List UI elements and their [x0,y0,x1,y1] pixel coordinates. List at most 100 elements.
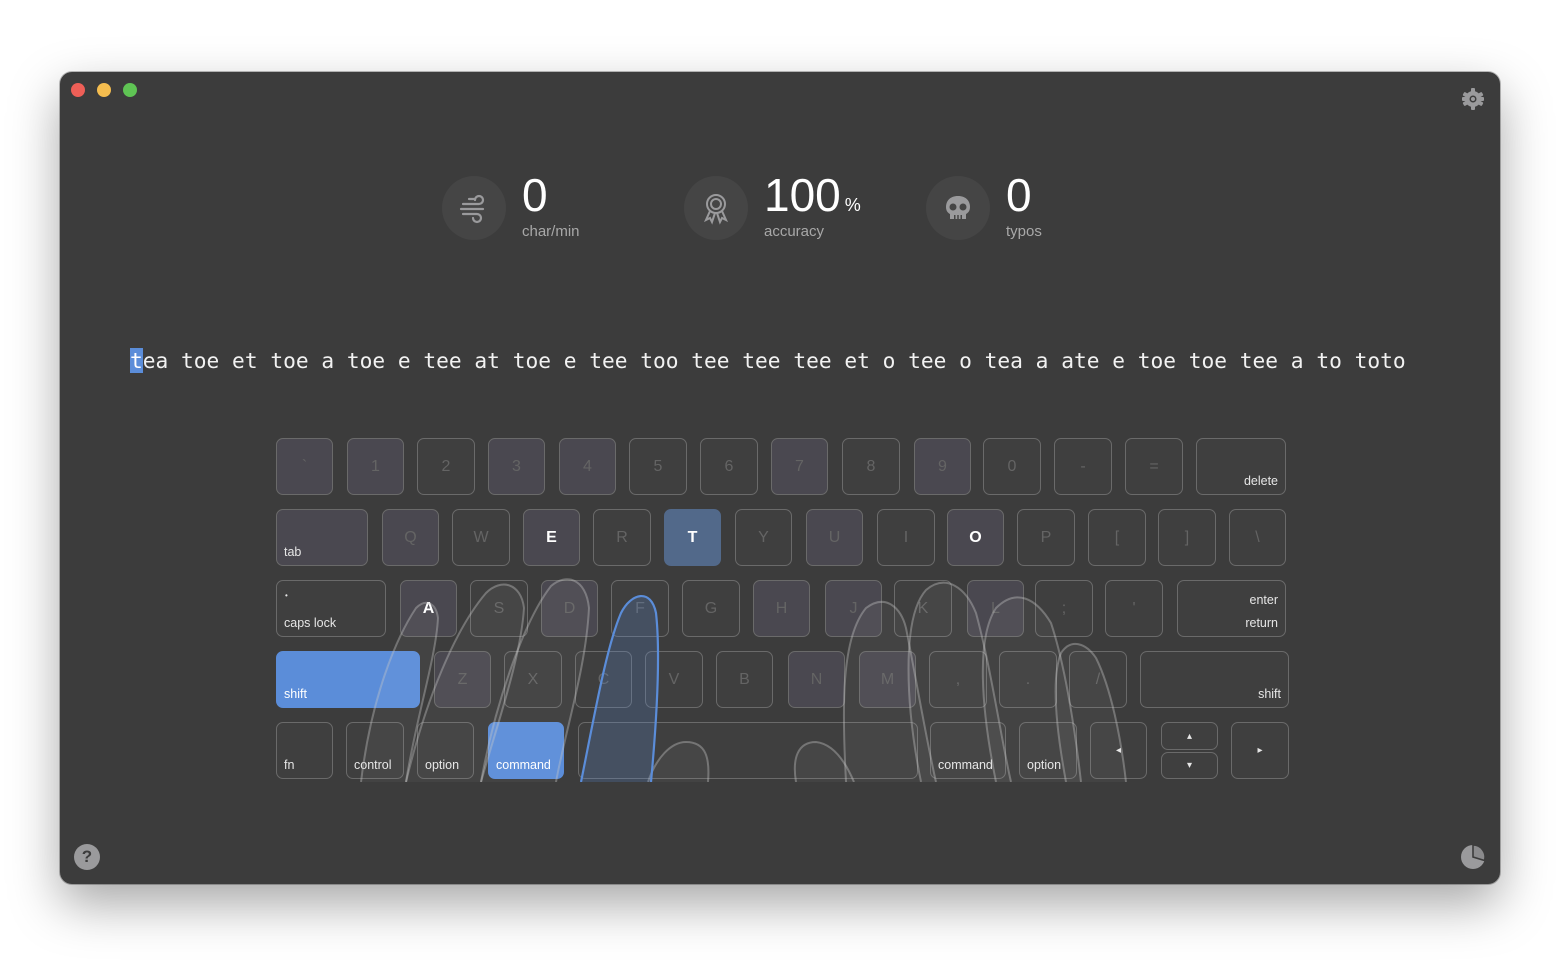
key-x[interactable]: X [504,651,562,708]
key-3[interactable]: 3 [488,438,545,495]
arrow-up-down-cluster: ▴ ▾ [1161,722,1218,779]
gear-icon [1462,88,1484,110]
key-r[interactable]: R [593,509,651,566]
key-c[interactable]: C [575,651,632,708]
key-enter[interactable]: enter return [1177,580,1286,637]
key-tab-label: tab [284,545,302,559]
key-command-left[interactable]: command [488,722,564,779]
key-g[interactable]: G [682,580,740,637]
key-period[interactable]: . [999,651,1057,708]
minimize-button[interactable] [97,83,111,97]
key-l[interactable]: L [967,580,1024,637]
key-fn-label: fn [284,758,295,772]
key-option-right[interactable]: option [1019,722,1077,779]
accuracy-number: 100 [764,169,841,221]
practice-text: tea toe et toe a toe e tee at toe e tee … [130,347,1430,375]
settings-button[interactable] [1460,86,1486,112]
key-right-bracket[interactable]: ] [1158,509,1216,566]
speed-value: 0 [522,169,548,221]
key-shift-right[interactable]: shift [1140,651,1289,708]
key-w[interactable]: W [452,509,510,566]
key-b[interactable]: B [716,651,773,708]
wind-icon [442,176,506,240]
key-4[interactable]: 4 [559,438,616,495]
key-shift-right-label: shift [1258,687,1281,701]
key-y[interactable]: Y [735,509,792,566]
key-v[interactable]: V [645,651,703,708]
key-0[interactable]: 0 [983,438,1041,495]
key-backslash[interactable]: \ [1229,509,1286,566]
key-shift-left[interactable]: shift [276,651,420,708]
key-shift-left-label: shift [284,687,307,701]
pie-chart-icon [1461,844,1486,869]
key-m[interactable]: M [859,651,916,708]
key-caps-lock-label: caps lock [284,616,337,630]
award-ribbon-icon [684,176,748,240]
arrow-up-icon: ▴ [1186,730,1193,742]
key-q[interactable]: Q [382,509,439,566]
keyboard: ` 1 2 3 4 5 6 7 8 9 0 - = delete tab Q W… [276,438,1296,782]
app-window: 0 char/min 100% accuracy 0 typos tea toe… [60,72,1500,884]
key-o[interactable]: O [947,509,1004,566]
key-s[interactable]: S [470,580,528,637]
key-command-right[interactable]: command [930,722,1006,779]
key-tab[interactable]: tab [276,509,368,566]
key-left-bracket[interactable]: [ [1088,509,1146,566]
key-backtick[interactable]: ` [276,438,333,495]
key-quote[interactable]: ' [1105,580,1163,637]
arrow-right-icon: ▸ [1257,745,1263,756]
key-slash[interactable]: / [1069,651,1127,708]
key-7[interactable]: 7 [771,438,828,495]
stats-bar: 0 char/min 100% accuracy 0 typos [60,169,1500,244]
key-delete-label: delete [1243,474,1278,488]
key-9[interactable]: 9 [914,438,971,495]
key-delete[interactable]: delete [1196,438,1286,495]
typos-value: 0 [1006,169,1032,221]
key-arrow-right[interactable]: ▸ [1231,722,1289,779]
remaining-text: ea toe et toe a toe e tee at toe e tee t… [142,348,1406,373]
key-arrow-up[interactable]: ▴ [1161,722,1218,750]
key-6[interactable]: 6 [700,438,758,495]
statistics-button[interactable] [1460,844,1486,870]
key-arrow-left[interactable]: ◂ [1090,722,1147,779]
key-z[interactable]: Z [434,651,491,708]
key-f[interactable]: F [611,580,669,637]
key-p[interactable]: P [1017,509,1075,566]
speed-label: char/min [522,223,580,240]
key-u[interactable]: U [806,509,863,566]
help-button[interactable]: ? [74,844,100,870]
key-2[interactable]: 2 [417,438,475,495]
key-i[interactable]: I [877,509,935,566]
key-arrow-down[interactable]: ▾ [1161,752,1218,779]
typos-label: typos [1006,223,1042,240]
key-command-right-label: command [938,758,993,772]
key-space[interactable] [578,722,918,779]
key-e[interactable]: E [523,509,580,566]
key-h[interactable]: H [753,580,810,637]
key-k[interactable]: K [894,580,952,637]
key-option-left-label: option [425,758,460,772]
key-equals[interactable]: = [1125,438,1183,495]
key-comma[interactable]: , [929,651,987,708]
key-fn[interactable]: fn [276,722,333,779]
key-a[interactable]: A [400,580,457,637]
caps-lock-indicator: • [285,591,288,600]
key-semicolon[interactable]: ; [1035,580,1093,637]
key-1[interactable]: 1 [347,438,404,495]
close-button[interactable] [71,83,85,97]
key-option-left[interactable]: option [417,722,474,779]
maximize-button[interactable] [123,83,137,97]
arrow-left-icon: ◂ [1115,745,1122,756]
key-control[interactable]: control [346,722,404,779]
key-minus[interactable]: - [1054,438,1112,495]
key-5[interactable]: 5 [629,438,687,495]
key-caps-lock[interactable]: • caps lock [276,580,386,637]
current-character: t [130,348,143,373]
key-8[interactable]: 8 [842,438,900,495]
skull-icon [926,176,990,240]
key-j[interactable]: J [825,580,882,637]
window-controls [71,83,137,97]
key-t[interactable]: T [664,509,721,566]
key-d[interactable]: D [541,580,598,637]
key-n[interactable]: N [788,651,845,708]
